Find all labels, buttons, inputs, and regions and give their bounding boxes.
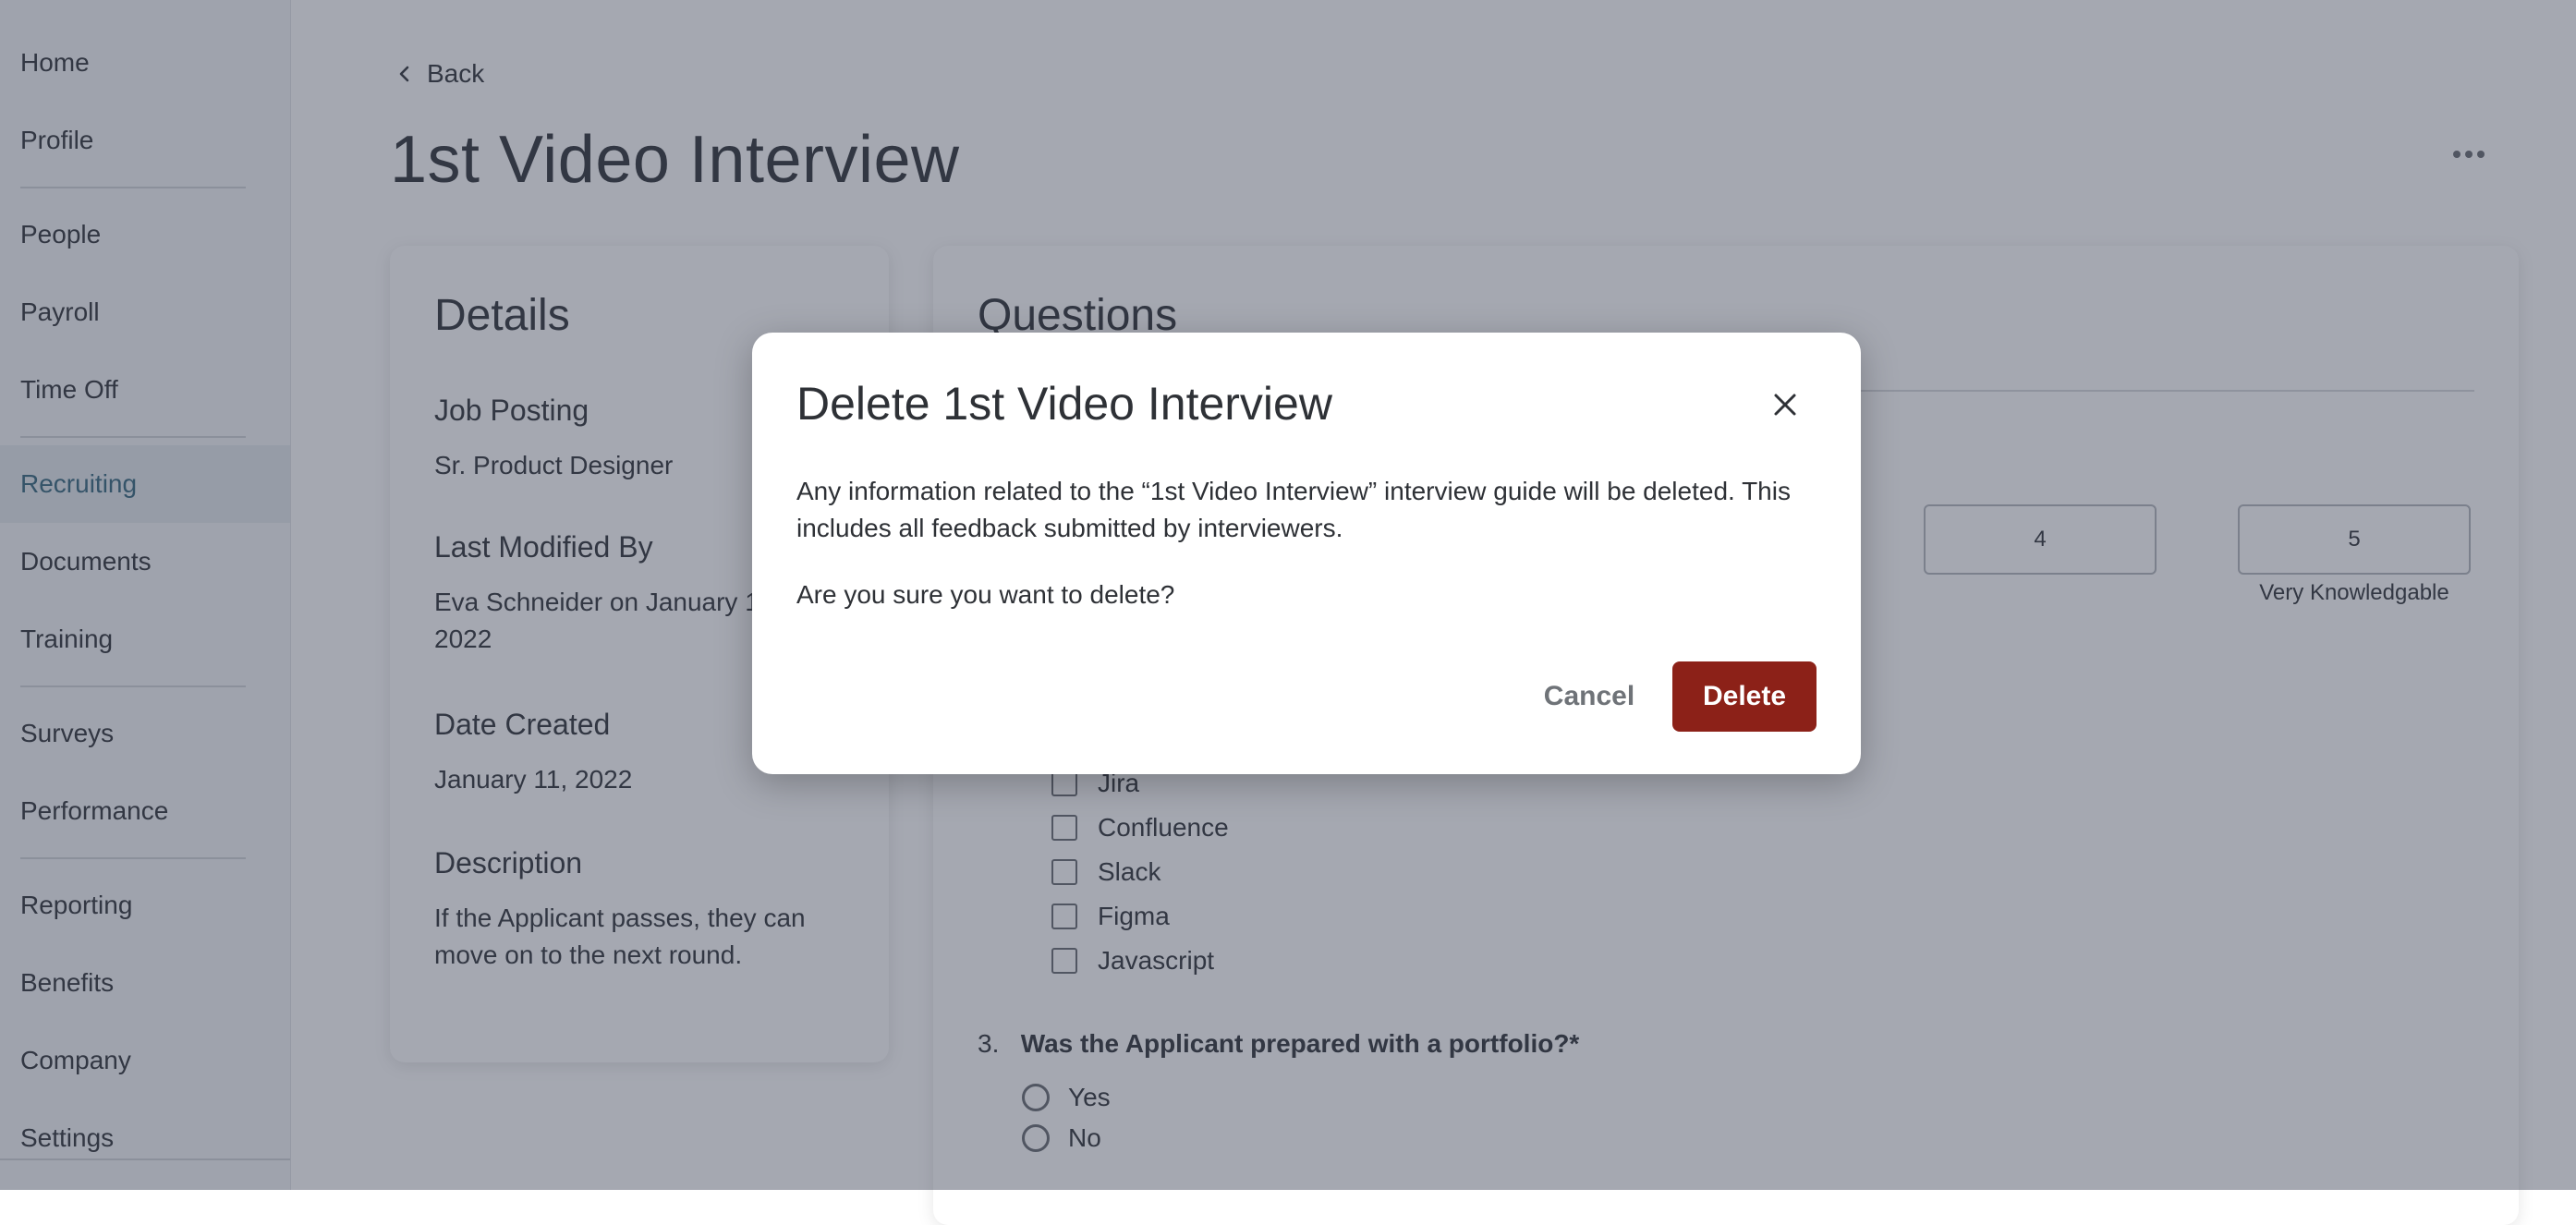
delete-dialog: Delete 1st Video Interview Any informati… — [752, 333, 1861, 774]
dialog-message: Any information related to the “1st Vide… — [796, 477, 1791, 542]
delete-button[interactable]: Delete — [1672, 661, 1817, 732]
close-icon[interactable] — [1768, 388, 1802, 421]
dialog-title: Delete 1st Video Interview — [796, 378, 1332, 430]
dialog-confirm-question: Are you sure you want to delete? — [796, 580, 1175, 609]
cancel-button[interactable]: Cancel — [1521, 661, 1658, 732]
